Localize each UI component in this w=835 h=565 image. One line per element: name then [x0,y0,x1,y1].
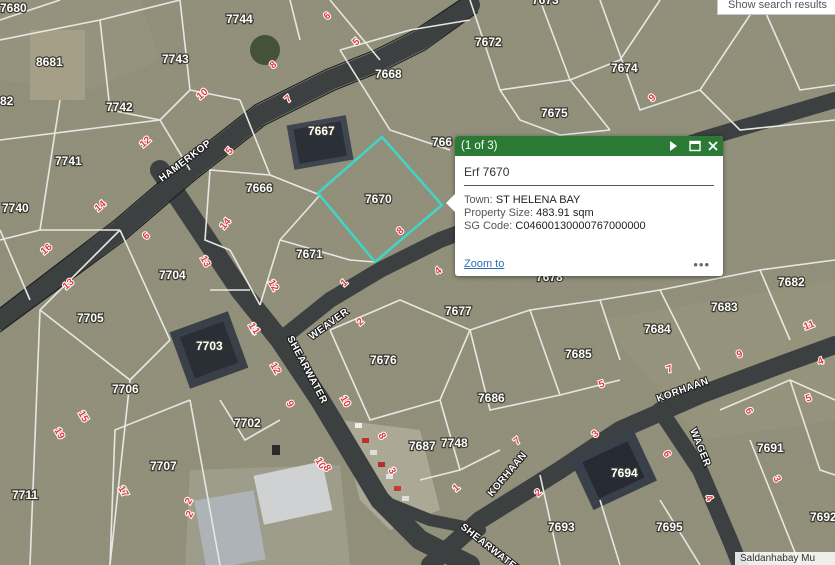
parcel-label: 7675 [541,106,568,120]
parcel-label: 7707 [150,459,177,473]
popup-footer: Zoom to ••• [464,257,714,272]
parcel-label: 7691 [757,441,784,455]
parcel-label: 7748 [441,436,468,450]
parcel-label: 7706 [112,382,139,396]
parcel-label: 7692 [810,510,835,524]
parcel-label: 7680 [0,1,27,15]
popup-field-town: Town: ST HELENA BAY [464,194,714,207]
popup-field-property-size: Property Size: 483.91 sqm [464,207,714,220]
parcel-label: 7677 [445,304,472,318]
popup-field-label: Property Size: [464,207,534,219]
parcel-label: 7682 [778,275,805,289]
parcel-label: 7673 [532,0,559,7]
parcel-label: 7671 [296,247,323,261]
popup-counter: (1 of 3) [461,140,498,152]
popup-body: Erf 7670 Town: ST HELENA BAY Property Si… [455,156,723,233]
parcel-label: 7703 [196,339,223,353]
parcel-label: 7668 [375,67,402,81]
parcel-label: 7740 [2,201,29,215]
popup-pointer [446,194,455,212]
popup-header: (1 of 3) [455,136,723,156]
map-attribution: Saldanhabay Mu [735,552,835,565]
parcel-label: 7684 [644,322,671,336]
feature-popup: (1 of 3) Erf 7670 Town: ST HELENA BAY Pr… [446,136,723,276]
parcel-label: 7686 [478,391,505,405]
show-search-results-button[interactable]: Show search results [717,0,835,15]
maximize-icon [689,140,701,152]
popup-field-value: ST HELENA BAY [495,194,581,206]
parcel-label: 7670 [365,192,392,206]
parcel-label: 7744 [226,12,253,26]
parcel-label: 766 [432,135,452,149]
parcel-label: 7705 [77,311,104,325]
parcel-label: 7685 [565,347,592,361]
popup-field-label: Town: [464,194,493,206]
parcel-label: 7683 [711,300,738,314]
parcel-label: 7694 [611,466,638,480]
close-icon [708,141,718,151]
parcel-label: 7742 [106,100,133,114]
more-options-button[interactable]: ••• [693,257,710,272]
parcel-label: 7667 [308,124,335,138]
next-feature-button[interactable] [664,136,682,156]
zoom-to-link[interactable]: Zoom to [464,258,504,270]
popup-field-value: C04600130000767000000 [515,220,646,232]
parcel-label: 7676 [370,353,397,367]
parcel-label: 7672 [475,35,502,49]
parcel-label: 7711 [12,488,38,502]
aerial-map[interactable]: 7680 8681 7744 7743 7742 7741 7740 7673 … [0,0,835,565]
popup-title: Erf 7670 [464,165,714,186]
parcel-label: 7687 [409,439,436,453]
parcel-label: 7702 [234,416,261,430]
parcel-label: 7743 [162,52,189,66]
parcel-label: 7693 [548,520,575,534]
close-button[interactable] [704,136,722,156]
parcel-label: 7666 [246,181,273,195]
next-arrow-icon [670,141,677,151]
popup-field-sg-code: SG Code: C04600130000767000000 [464,220,714,233]
popup-field-label: SG Code: [464,220,513,232]
parcel-label: 7695 [656,520,683,534]
parcel-label: 7741 [55,154,82,168]
show-search-results-label: Show search results [728,0,828,11]
parcel-label: 7704 [159,268,186,282]
maximize-button[interactable] [686,136,704,156]
parcel-label: 8681 [36,55,63,69]
parcel-label: 7674 [611,61,638,75]
popup-field-value: 483.91 sqm [536,207,594,219]
parcel-label: 82 [0,94,14,108]
